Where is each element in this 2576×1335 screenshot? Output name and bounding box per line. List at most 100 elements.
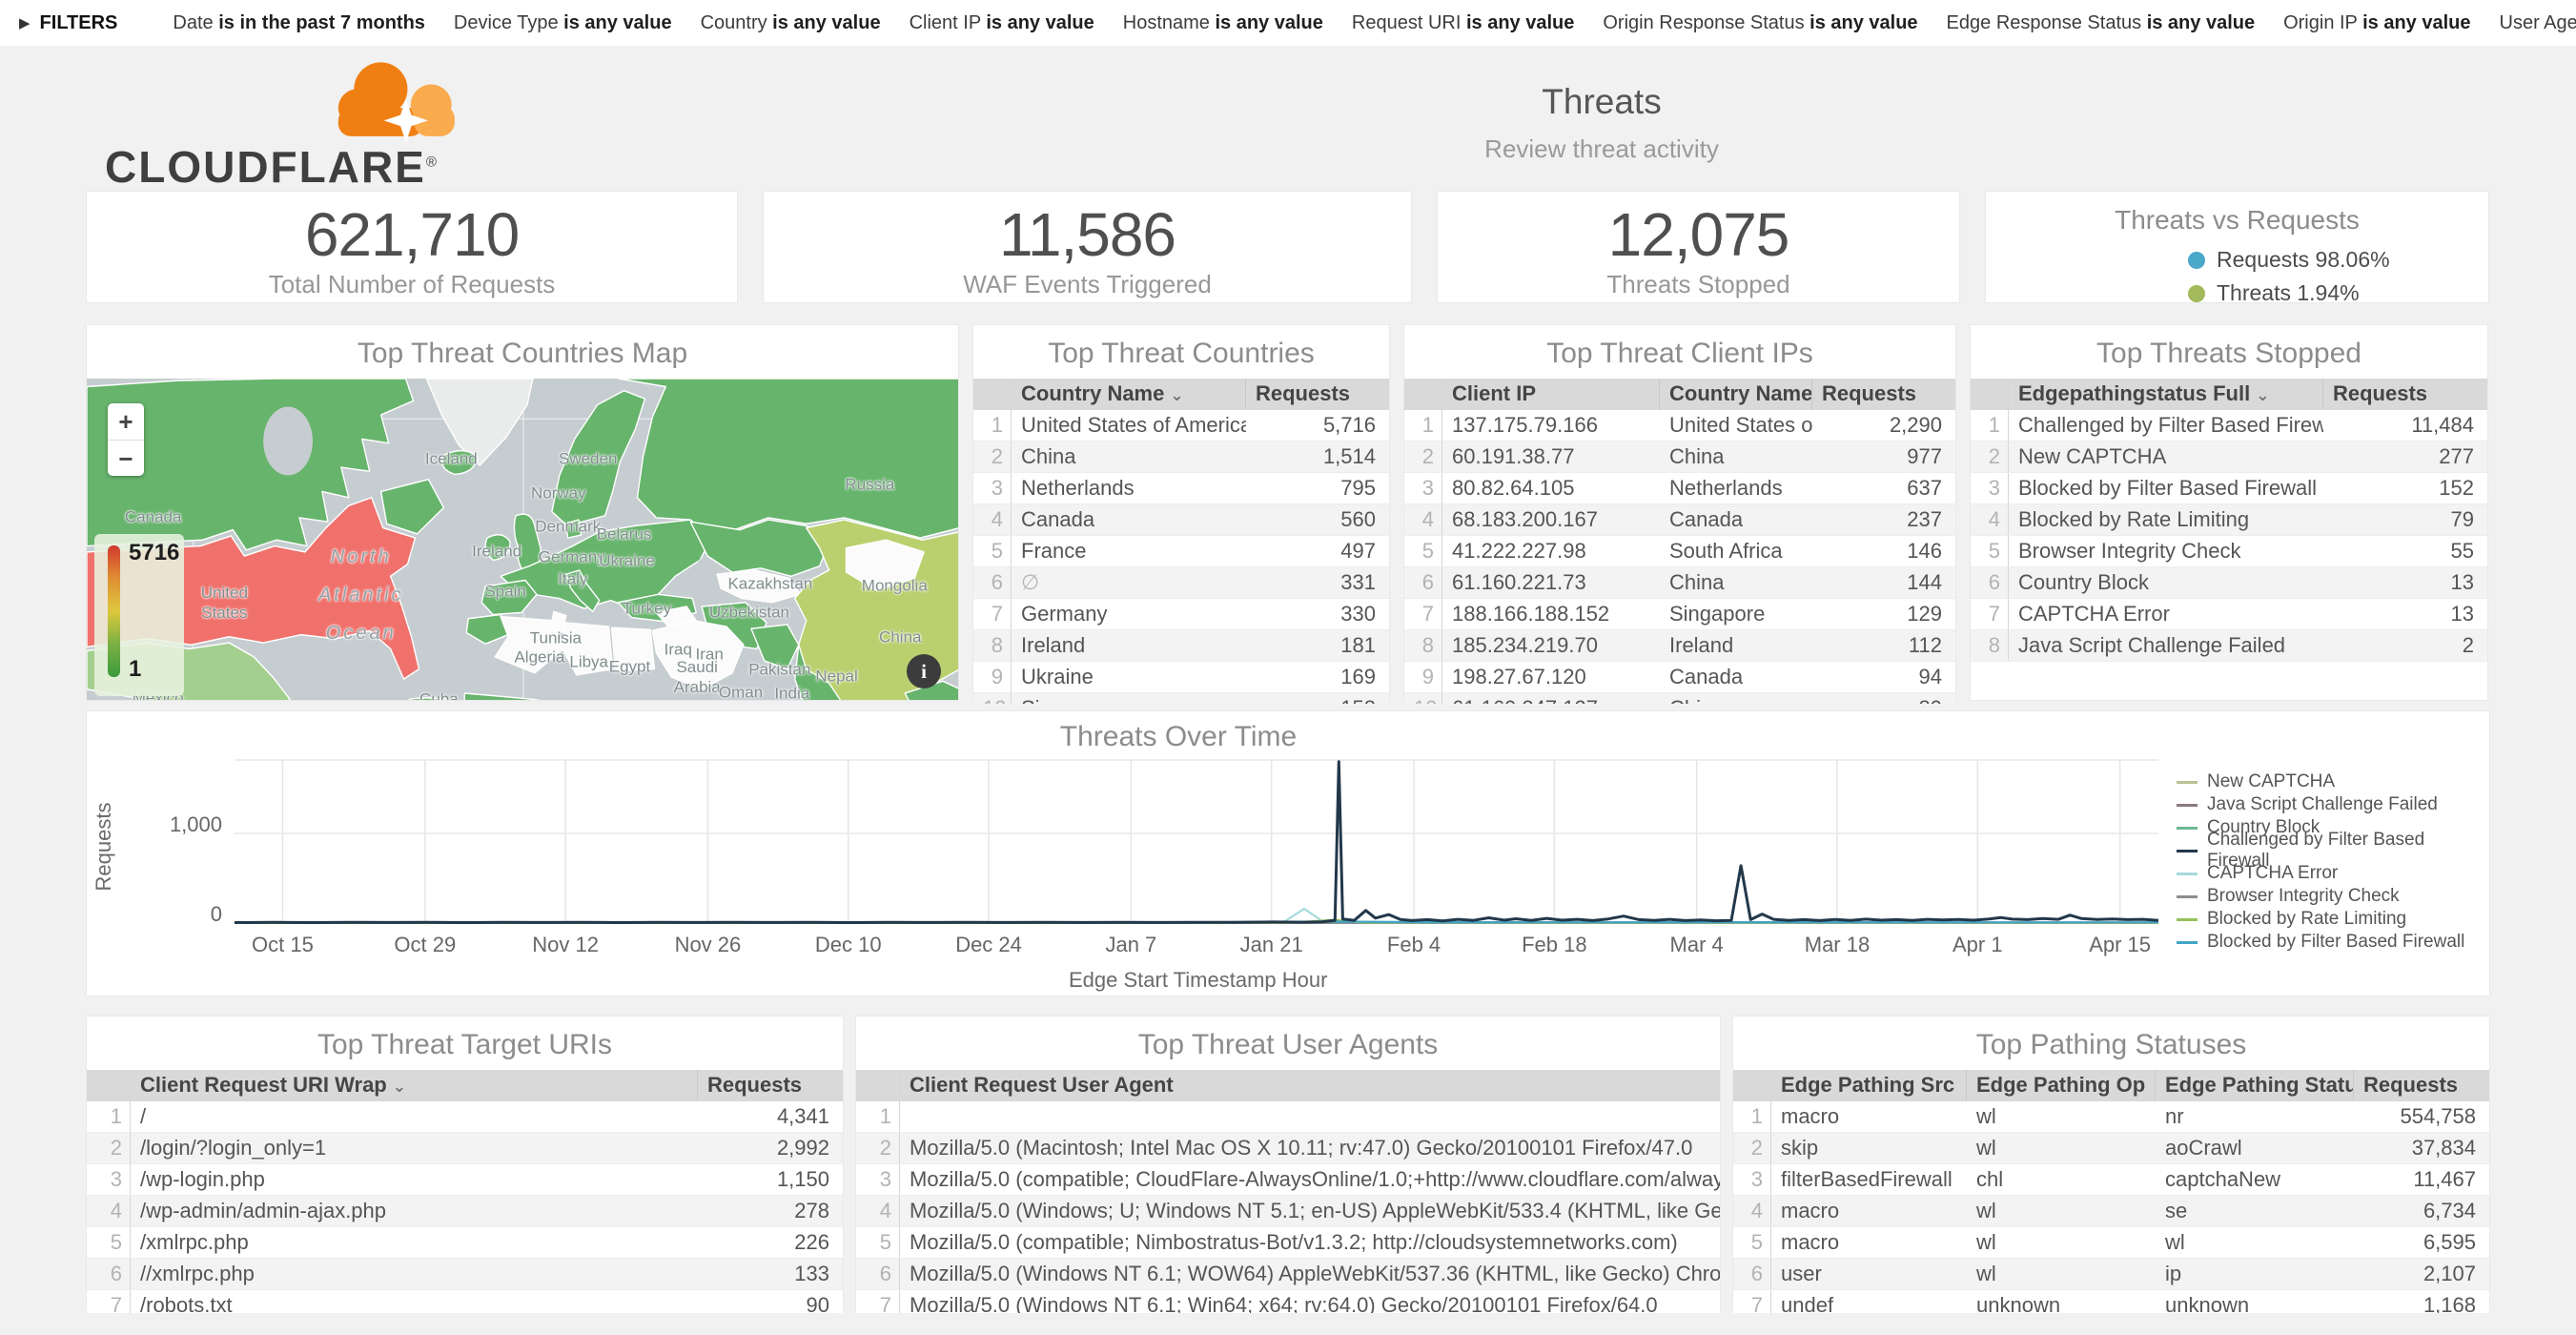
cell: Netherlands <box>1660 473 1812 503</box>
column-header[interactable]: Requests <box>1812 379 1955 410</box>
table-row[interactable]: 661.160.221.73China144 <box>1404 567 1955 599</box>
legend-item[interactable]: Blocked by Rate Limiting <box>2177 908 2480 931</box>
column-header[interactable]: Country Name⌄ <box>1012 379 1246 410</box>
table-row[interactable]: 5macrowlwl6,595 <box>1733 1227 2489 1259</box>
table-row[interactable]: 4Canada560 <box>973 504 1389 536</box>
column-header[interactable]: Requests <box>2354 1070 2489 1101</box>
table-row[interactable]: 1/4,341 <box>87 1101 843 1133</box>
row-3: Top Threat Target URIs Client Request UR… <box>86 1016 2490 1309</box>
table-row[interactable]: 6userwlip2,107 <box>1733 1259 2489 1290</box>
table-row[interactable]: 7/robots.txt90 <box>87 1290 843 1313</box>
filter-item[interactable]: Origin Response Status is any value <box>1603 12 1917 33</box>
table-row[interactable]: 468.183.200.167Canada237 <box>1404 504 1955 536</box>
table-row[interactable]: 5Browser Integrity Check55 <box>1971 536 2487 567</box>
table-row[interactable]: 3Mozilla/5.0 (compatible; CloudFlare-Alw… <box>856 1164 1720 1196</box>
world-map[interactable]: CanadaUnited StatesMexicoCubaIcelandIrel… <box>87 379 959 701</box>
legend-item[interactable]: Blocked by Filter Based Firewall <box>2177 931 2480 954</box>
legend-item[interactable]: Browser Integrity Check <box>2177 885 2480 908</box>
filter-item[interactable]: Origin IP is any value <box>2283 12 2470 33</box>
table-row[interactable]: 1United States of America5,716 <box>973 410 1389 442</box>
table-row[interactable]: 8Java Script Challenge Failed2 <box>1971 630 2487 662</box>
table-row[interactable]: 10Singapore158 <box>973 693 1389 704</box>
table-row[interactable]: 2skipwlaoCrawl37,834 <box>1733 1133 2489 1164</box>
column-header[interactable]: Requests <box>1246 379 1389 410</box>
table-row[interactable]: 3Netherlands795 <box>973 473 1389 504</box>
cell: 169 <box>1246 662 1389 692</box>
table-row[interactable]: 2/login/?login_only=12,992 <box>87 1133 843 1164</box>
table-row[interactable]: 7188.166.188.152Singapore129 <box>1404 599 1955 630</box>
map-country-label: Uzbekistan <box>709 603 789 623</box>
line-chart-plot[interactable] <box>235 759 2158 925</box>
table-row[interactable]: 3Blocked by Filter Based Firewall152 <box>1971 473 2487 504</box>
column-header[interactable]: Requests <box>2323 379 2487 410</box>
filter-value: is any value <box>772 12 880 33</box>
table-row[interactable]: 2China1,514 <box>973 442 1389 473</box>
table-row[interactable]: 6Country Block13 <box>1971 567 2487 599</box>
column-header[interactable]: Edge Pathing Status⌄ <box>2156 1070 2354 1101</box>
column-header[interactable]: Client Request User Agent <box>900 1070 1720 1101</box>
x-tick-label: Oct 15 <box>252 933 314 957</box>
table-row[interactable]: 541.222.227.98South Africa146 <box>1404 536 1955 567</box>
filter-item[interactable]: Date is in the past 7 months <box>173 12 425 33</box>
filter-item[interactable]: Device Type is any value <box>454 12 672 33</box>
cell: user <box>1771 1259 1967 1289</box>
filter-item[interactable]: Hostname is any value <box>1123 12 1323 33</box>
table-row[interactable]: 7CAPTCHA Error13 <box>1971 599 2487 630</box>
table-row[interactable]: 2Mozilla/5.0 (Macintosh; Intel Mac OS X … <box>856 1133 1720 1164</box>
column-header-label: Client Request User Agent <box>910 1073 1174 1097</box>
table-row[interactable]: 4Blocked by Rate Limiting79 <box>1971 504 2487 536</box>
table-row[interactable]: 2New CAPTCHA277 <box>1971 442 2487 473</box>
zoom-out-button[interactable]: − <box>108 440 144 476</box>
table-row[interactable]: 3/wp-login.php1,150 <box>87 1164 843 1196</box>
x-tick-label: Oct 29 <box>394 933 456 957</box>
zoom-in-button[interactable]: + <box>108 403 144 440</box>
column-header[interactable]: Edge Pathing Op <box>1967 1070 2156 1101</box>
table-row[interactable]: 4Mozilla/5.0 (Windows; U; Windows NT 5.1… <box>856 1196 1720 1227</box>
table-row[interactable]: 8Ireland181 <box>973 630 1389 662</box>
table-row[interactable]: 380.82.64.105Netherlands637 <box>1404 473 1955 504</box>
table-row[interactable]: 1Challenged by Filter Based Firewall11,4… <box>1971 410 2487 442</box>
cell: 1,168 <box>2354 1290 2489 1313</box>
legend-item[interactable]: New CAPTCHA <box>2177 770 2480 793</box>
info-icon[interactable]: i <box>907 654 941 688</box>
column-header[interactable]: Country Name⌄ <box>1660 379 1812 410</box>
filter-item[interactable]: Edge Response Status is any value <box>1947 12 2256 33</box>
table-row[interactable]: 9Ukraine169 <box>973 662 1389 693</box>
filter-item[interactable]: Client IP is any value <box>910 12 1094 33</box>
table-row[interactable]: 7undefunknownunknown1,168 <box>1733 1290 2489 1313</box>
table-row[interactable]: 9198.27.67.120Canada94 <box>1404 662 1955 693</box>
column-header[interactable]: Edge Pathing Src <box>1771 1070 1967 1101</box>
table-row[interactable]: 1macrowlnr554,758 <box>1733 1101 2489 1133</box>
legend-item[interactable]: Challenged by Filter Based Firewall <box>2177 839 2480 862</box>
filters-toggle[interactable]: ▶ FILTERS <box>19 12 117 34</box>
filter-item[interactable]: Request URI is any value <box>1352 12 1574 33</box>
table-row[interactable]: 3filterBasedFirewallchlcaptchaNew11,467 <box>1733 1164 2489 1196</box>
cloudflare-cloud-icon <box>324 48 481 143</box>
table-row[interactable]: 7Mozilla/5.0 (Windows NT 6.1; Win64; x64… <box>856 1290 1720 1313</box>
column-header[interactable]: Edgepathingstatus Full⌄ <box>2009 379 2323 410</box>
filter-item[interactable]: Country is any value <box>701 12 881 33</box>
table-row[interactable]: 7Germany330 <box>973 599 1389 630</box>
table-row[interactable]: 6//xmlrpc.php133 <box>87 1259 843 1290</box>
column-header[interactable]: Client Request URI Wrap⌄ <box>131 1070 698 1101</box>
filter-item[interactable]: User Agent is any value <box>2500 12 2576 33</box>
cell: wl <box>1967 1259 2156 1289</box>
table-row[interactable]: 1 <box>856 1101 1720 1133</box>
table-row[interactable]: 5France497 <box>973 536 1389 567</box>
table-row[interactable]: 260.191.38.77China977 <box>1404 442 1955 473</box>
map-country-label: Iran <box>695 644 723 664</box>
table-row[interactable]: 8185.234.219.70Ireland112 <box>1404 630 1955 662</box>
table-row[interactable]: 1137.175.79.166United States of America2… <box>1404 410 1955 442</box>
cell: 5 <box>1404 536 1442 566</box>
map-country-label: Oman <box>719 682 763 701</box>
column-header[interactable]: Requests <box>698 1070 843 1101</box>
table-row[interactable]: 5/xmlrpc.php226 <box>87 1227 843 1259</box>
table-row[interactable]: 5Mozilla/5.0 (compatible; Nimbostratus-B… <box>856 1227 1720 1259</box>
table-row[interactable]: 1061.160.247.127China89 <box>1404 693 1955 704</box>
table-row[interactable]: 4macrowlse6,734 <box>1733 1196 2489 1227</box>
table-row[interactable]: 6∅331 <box>973 567 1389 599</box>
legend-item[interactable]: Java Script Challenge Failed <box>2177 793 2480 816</box>
column-header[interactable]: Client IP <box>1442 379 1660 410</box>
table-row[interactable]: 6Mozilla/5.0 (Windows NT 6.1; WOW64) App… <box>856 1259 1720 1290</box>
table-row[interactable]: 4/wp-admin/admin-ajax.php278 <box>87 1196 843 1227</box>
